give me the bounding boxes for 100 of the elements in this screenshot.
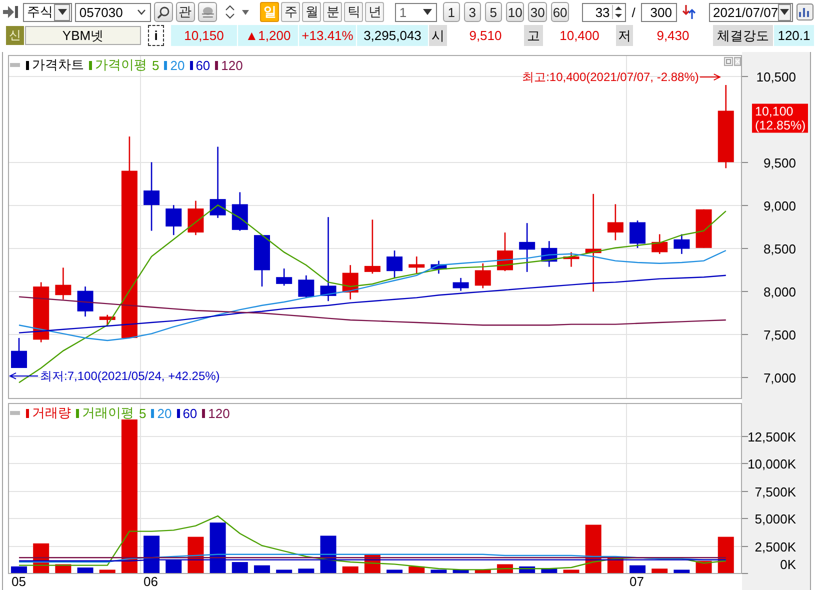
market-select[interactable]: 주식 xyxy=(23,2,72,22)
low-price-note: 최저:7,100(2021/05/24, +42.25%) xyxy=(40,368,220,383)
count-field[interactable]: 33 xyxy=(582,2,626,22)
restore-icon xyxy=(724,57,733,66)
volume-bar xyxy=(452,570,469,573)
legend-label: 가격차트 xyxy=(32,56,84,74)
arrow-into-bar-icon xyxy=(2,4,20,20)
legend-label: 20 xyxy=(170,58,185,72)
volume-bar xyxy=(652,568,668,573)
interval-button[interactable]: 5 xyxy=(484,2,502,22)
period-tab[interactable]: 월 xyxy=(302,2,322,22)
sort-arrows-icon xyxy=(682,4,696,20)
interval-button[interactable]: 3 xyxy=(464,2,481,22)
candlestick xyxy=(563,252,580,267)
legend-marker-icon xyxy=(26,408,29,418)
legend-label: 5 xyxy=(139,406,146,420)
candlestick xyxy=(99,314,116,326)
volume-bar xyxy=(144,536,160,573)
legend-label: 60 xyxy=(182,406,198,420)
current-price-tag: 10,100 (12.85%) xyxy=(752,104,808,133)
candlestick xyxy=(607,204,624,240)
legend-label: 60 xyxy=(196,58,210,72)
candlestick xyxy=(496,232,513,272)
interval-button[interactable]: 10 xyxy=(506,2,524,22)
period-tab[interactable]: 년 xyxy=(365,2,384,22)
axis-label: 7,000 xyxy=(763,370,796,386)
axis-label: 9,000 xyxy=(763,198,796,214)
candlestick xyxy=(298,275,314,298)
axis-label: 06 xyxy=(144,574,158,589)
candlestick xyxy=(474,263,491,288)
candlestick xyxy=(408,256,425,274)
volume-bar xyxy=(166,560,182,573)
stack-button[interactable] xyxy=(198,2,218,22)
period-tab[interactable]: 분 xyxy=(323,2,342,22)
candlestick xyxy=(144,162,160,231)
axis-label: 5,000K xyxy=(754,512,796,526)
period-tab[interactable]: 주 xyxy=(281,2,300,22)
period-tab[interactable]: 틱 xyxy=(344,2,364,22)
volume-bar xyxy=(674,570,690,573)
volume-bar xyxy=(77,568,94,573)
field-label: 시 xyxy=(429,25,447,46)
volume-bar xyxy=(99,570,116,573)
interval-button[interactable]: 30 xyxy=(528,2,547,22)
badge: 신 xyxy=(6,26,24,45)
candlestick xyxy=(254,235,270,287)
panel-handle-icon xyxy=(10,63,20,67)
panel-handle-icon xyxy=(10,411,20,415)
candlestick xyxy=(652,234,668,254)
interval-button[interactable]: 60 xyxy=(550,2,570,22)
volume-bar xyxy=(276,570,292,573)
spin-arrows-icon xyxy=(612,5,623,19)
volume-bar xyxy=(474,570,491,573)
related-button[interactable]: 관 xyxy=(176,2,195,22)
total-field[interactable]: 300 xyxy=(641,2,677,22)
candlestick xyxy=(55,268,72,300)
stock-code-field[interactable]: 057030 xyxy=(75,2,151,22)
candlestick xyxy=(452,278,469,291)
high-price-note: 최고:10,400(2021/07/07, -2.88%) xyxy=(522,70,699,84)
candlestick xyxy=(232,192,248,231)
axis-label: 12,500K xyxy=(748,430,796,444)
candlestick xyxy=(519,223,536,272)
axis-label: 2,500K xyxy=(754,540,796,554)
candlestick xyxy=(276,268,292,286)
separator-text: / xyxy=(632,4,636,20)
axis-label: 05 xyxy=(12,574,26,589)
candlestick xyxy=(674,234,690,254)
legend-label: 가격이평 xyxy=(95,56,147,74)
candlestick xyxy=(210,146,226,218)
field-label: 체결강도 xyxy=(713,25,773,46)
date-picker[interactable]: 2021/07/07 xyxy=(709,2,793,22)
axis-label: 8,500 xyxy=(763,242,796,256)
candlestick xyxy=(364,220,380,274)
search-button[interactable] xyxy=(154,2,173,22)
field-label: 저 xyxy=(616,25,633,46)
candlestick xyxy=(11,338,27,368)
legend-label: 거래량 xyxy=(32,404,71,422)
chart-window-icon xyxy=(796,3,814,21)
stack-icon xyxy=(200,6,214,18)
quote-value: ▲1,200 xyxy=(238,25,298,46)
axis-label: 7,500K xyxy=(754,484,796,500)
candlestick xyxy=(386,250,403,278)
volume-bar xyxy=(563,570,580,573)
candlestick xyxy=(77,286,94,317)
legend-label: 5 xyxy=(152,58,160,72)
volume-bar xyxy=(386,570,403,573)
close-icon xyxy=(734,57,741,66)
candlestick xyxy=(166,205,182,236)
info-button[interactable]: i xyxy=(148,25,164,46)
candlestick xyxy=(630,220,646,248)
field-label: 고 xyxy=(524,25,543,46)
candlestick xyxy=(541,241,558,267)
interval-select[interactable]: 1 xyxy=(395,2,437,22)
candlestick xyxy=(188,200,204,236)
axis-label: 10,500 xyxy=(756,70,796,84)
interval-button[interactable]: 1 xyxy=(442,2,460,22)
arrow xyxy=(8,372,38,380)
stock-name-field[interactable]: YBM넷 xyxy=(25,26,141,45)
candlestick xyxy=(342,265,358,300)
caret-icon xyxy=(242,10,250,14)
caret-icon xyxy=(54,4,70,20)
